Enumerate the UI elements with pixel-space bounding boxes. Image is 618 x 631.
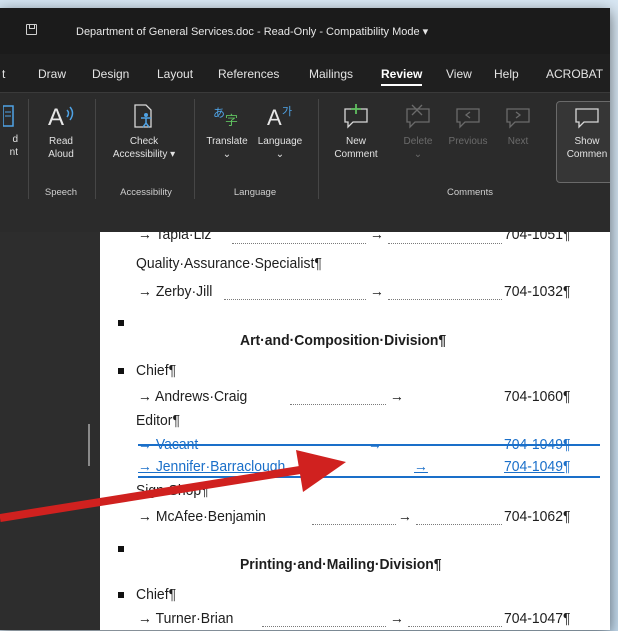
annotation-arrow	[0, 450, 346, 522]
arrow-shaft	[0, 466, 301, 522]
arrow-head	[296, 450, 346, 492]
